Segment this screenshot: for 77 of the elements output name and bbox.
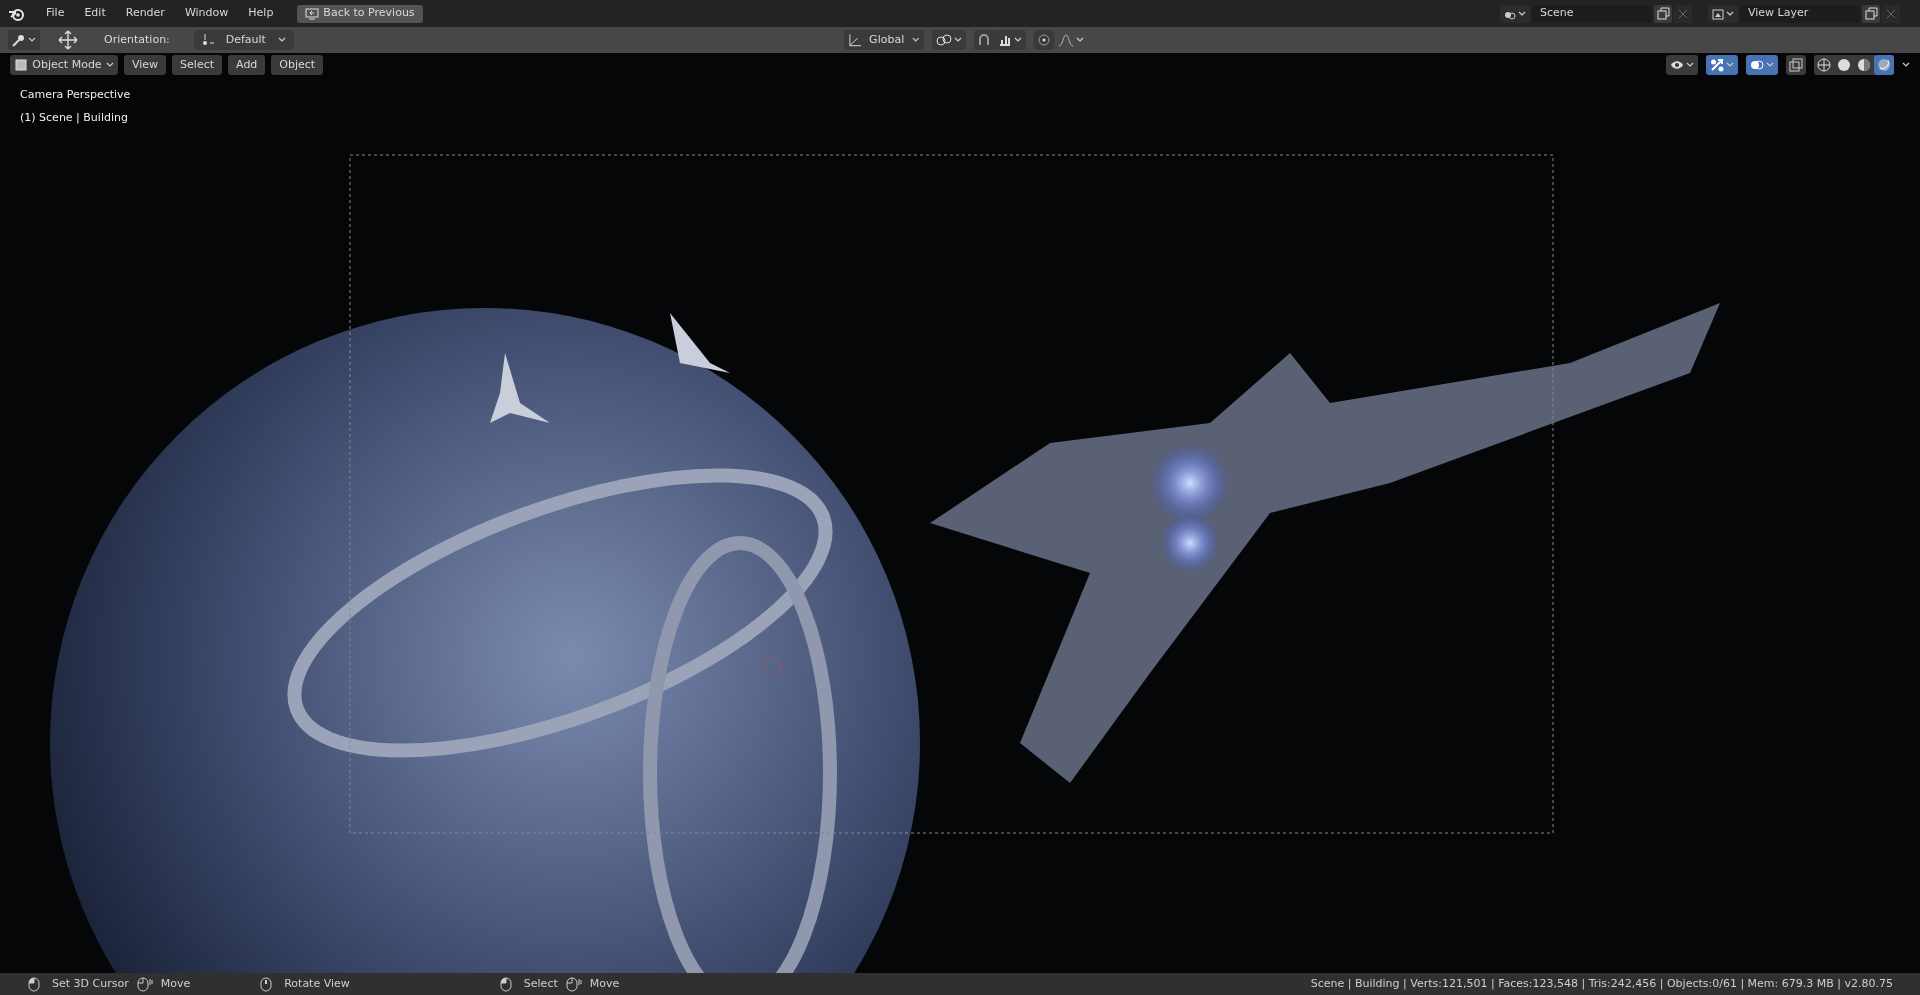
caret-icon xyxy=(1686,62,1694,68)
viewport-info-text: Camera Perspective xyxy=(20,87,131,103)
increment-icon xyxy=(997,33,1012,47)
visibility-dropdown[interactable] xyxy=(1666,55,1698,75)
menu-item[interactable]: Help xyxy=(240,2,282,25)
orientation-label: Orientation: xyxy=(104,31,170,48)
linked-circles-icon xyxy=(935,33,952,47)
caret-icon xyxy=(912,37,920,43)
scene-statistics: Scene | Building | Verts:121,501 | Faces:123,548 | Tris:242,456 | Objects:0/61 | Mem: 679.3 MB | v2.80.75 xyxy=(1310,975,1893,992)
magnet-icon xyxy=(976,33,991,47)
status-hint: Rotate View xyxy=(284,975,350,992)
viewport-menu[interactable]: Add xyxy=(228,55,266,75)
target-icon xyxy=(1036,33,1051,47)
status-hint: Move xyxy=(160,975,191,992)
menu-item[interactable]: Window xyxy=(176,2,237,25)
gizmo-icon xyxy=(1710,58,1724,72)
curve-icon xyxy=(1057,33,1074,47)
squares-icon xyxy=(1789,58,1803,72)
material-sphere-icon xyxy=(1857,58,1871,72)
orientation-dropdown[interactable]: Default xyxy=(193,30,294,50)
caret-icon xyxy=(28,37,36,43)
proportional-edit-toggle[interactable] xyxy=(1033,30,1054,50)
viewport-menu[interactable]: Select xyxy=(172,55,223,75)
copy-icon[interactable] xyxy=(1862,4,1880,23)
status-hint: Select xyxy=(523,975,558,992)
tool-selector[interactable] xyxy=(8,30,40,50)
screen-icon xyxy=(305,7,320,20)
move-arrows-icon[interactable] xyxy=(56,30,80,50)
back-button[interactable]: Back to Previous xyxy=(297,4,423,23)
overlay-button[interactable] xyxy=(1746,55,1778,75)
pivot-point-dropdown[interactable] xyxy=(931,30,966,50)
shading-mode-button[interactable] xyxy=(1874,55,1894,75)
view-layer-field[interactable]: View Layer xyxy=(1740,4,1860,23)
orientation-value: Default xyxy=(224,31,267,48)
solid-sphere-icon xyxy=(1837,58,1851,72)
viewport-info-text: (1) Scene | Building xyxy=(20,109,129,126)
caret-icon xyxy=(953,37,962,43)
viewport-menu[interactable]: View xyxy=(124,55,167,75)
gizmo-button[interactable] xyxy=(1706,55,1738,75)
mode-dropdown[interactable]: Object Mode xyxy=(10,55,118,75)
mode-value: Object Mode xyxy=(32,56,102,73)
pivot-icon xyxy=(201,33,214,47)
wireframe-sphere-icon xyxy=(1817,58,1831,72)
object-mode-icon xyxy=(14,58,28,72)
caret-icon xyxy=(1726,10,1734,17)
axes-icon xyxy=(847,33,862,47)
caret-icon xyxy=(1766,62,1774,68)
eye-icon xyxy=(1670,58,1684,72)
copy-icon[interactable] xyxy=(1654,4,1672,23)
cursor-tool-icon xyxy=(12,33,26,47)
snap-mode-dropdown[interactable] xyxy=(993,30,1026,50)
caret-icon xyxy=(1518,10,1526,17)
menu-item[interactable]: Edit xyxy=(76,2,114,25)
menu-item[interactable]: Render xyxy=(117,2,173,25)
menu-item[interactable]: File xyxy=(38,2,73,25)
mouse-drag-icon xyxy=(565,976,582,992)
scene-selector[interactable] xyxy=(1500,4,1530,23)
scene-field[interactable]: Scene xyxy=(1532,4,1652,23)
caret-icon xyxy=(277,37,286,43)
caret-icon xyxy=(1013,37,1022,43)
layers-icon xyxy=(1712,7,1724,20)
status-hint: Move xyxy=(589,975,620,992)
snap-toggle[interactable] xyxy=(973,30,994,50)
transform-orientation-value: Global xyxy=(869,31,905,48)
shading-mode-button[interactable] xyxy=(1814,55,1834,75)
viewport-menu[interactable]: Object xyxy=(271,55,324,75)
status-hint: Set 3D Cursor xyxy=(52,975,129,992)
mouse-drag-icon xyxy=(136,976,153,992)
caret-icon xyxy=(1726,62,1734,68)
xray-button[interactable] xyxy=(1786,55,1806,75)
rendered-sphere-icon xyxy=(1877,58,1891,72)
caret-icon xyxy=(106,62,114,68)
overlay-icon xyxy=(1750,58,1764,72)
caret-icon xyxy=(1902,62,1910,68)
layers-selector[interactable] xyxy=(1708,4,1738,23)
caret-icon xyxy=(1075,37,1084,43)
transform-orientation-dropdown[interactable]: Global xyxy=(843,30,924,50)
